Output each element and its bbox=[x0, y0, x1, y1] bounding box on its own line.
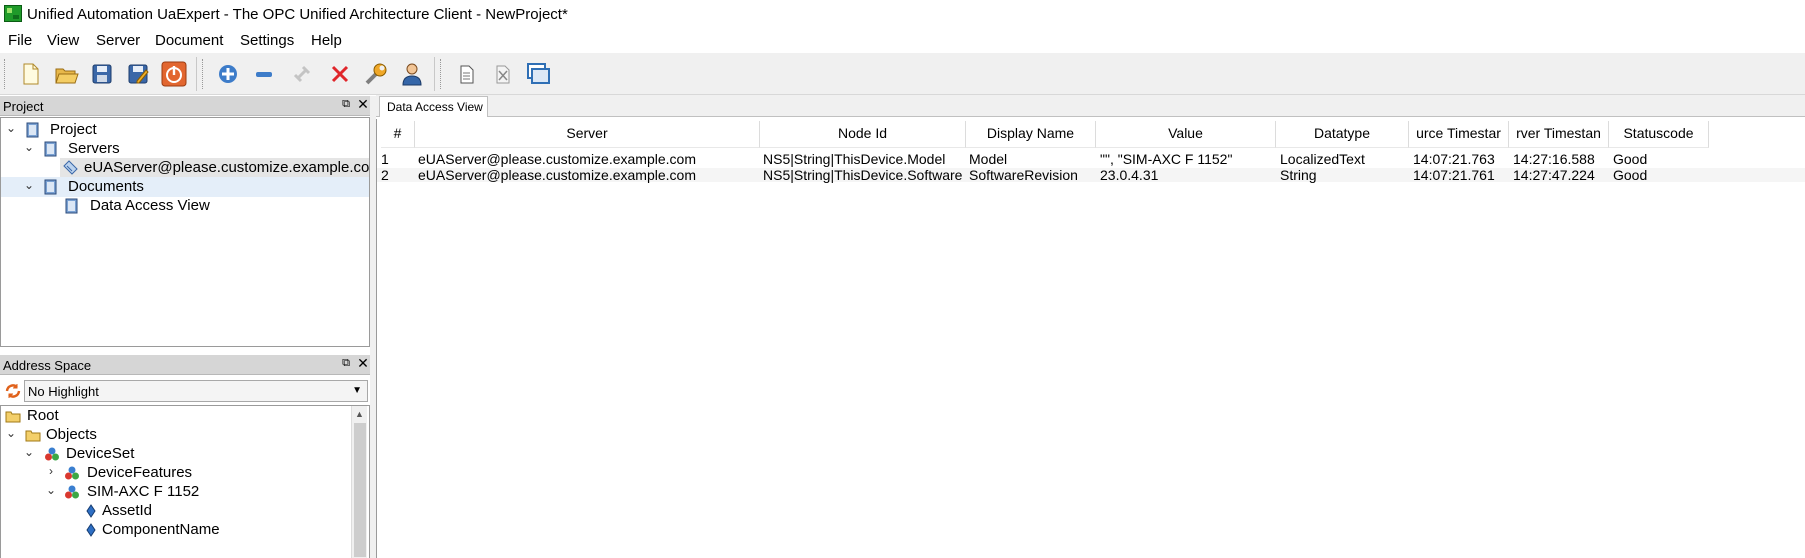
toolbar-separator bbox=[196, 57, 197, 91]
folder-servers-icon bbox=[44, 141, 57, 157]
chevron-down-icon[interactable]: ⌄ bbox=[4, 121, 18, 139]
tree-item-documents[interactable]: ⌄ Documents bbox=[1, 177, 369, 197]
disconnect-icon[interactable] bbox=[326, 60, 354, 88]
title-bar: Unified Automation UaExpert - The OPC Un… bbox=[0, 0, 1805, 28]
add-server-icon[interactable] bbox=[214, 60, 242, 88]
window-icon[interactable] bbox=[524, 60, 552, 88]
column-header-display-name[interactable]: Display Name bbox=[966, 121, 1096, 148]
save-as-icon[interactable] bbox=[124, 60, 152, 88]
toolbar-grip[interactable] bbox=[4, 59, 7, 89]
chevron-down-icon[interactable]: ⌄ bbox=[22, 140, 36, 158]
table-row[interactable]: 2 eUAServer@please.customize.example.com… bbox=[377, 167, 1805, 183]
tree-item-data-access-view[interactable]: Data Access View bbox=[1, 196, 369, 216]
column-header-server-timestamp[interactable]: rver Timestan bbox=[1509, 121, 1609, 148]
variable-node-icon bbox=[86, 504, 96, 518]
toolbar-grip[interactable] bbox=[202, 59, 205, 89]
table-row[interactable]: 1 eUAServer@please.customize.example.com… bbox=[377, 151, 1805, 167]
project-panel-title-text: Project bbox=[3, 99, 44, 114]
folder-icon bbox=[25, 430, 41, 442]
chevron-down-icon[interactable]: ⌄ bbox=[4, 426, 18, 444]
tree-item-project[interactable]: ⌄ Project bbox=[1, 120, 369, 140]
menu-server[interactable]: Server bbox=[96, 32, 140, 49]
document-icon[interactable] bbox=[452, 60, 480, 88]
settings-wrench-icon[interactable] bbox=[362, 60, 390, 88]
tree-item-assetid[interactable]: AssetId bbox=[1, 501, 369, 521]
chevron-down-icon[interactable]: ⌄ bbox=[22, 178, 36, 196]
column-header-datatype[interactable]: Datatype bbox=[1276, 121, 1409, 148]
tree-item-root[interactable]: Root bbox=[1, 406, 369, 426]
tree-item-servers[interactable]: ⌄ Servers bbox=[1, 139, 369, 159]
folder-icon bbox=[5, 411, 21, 423]
scrollbar-thumb[interactable] bbox=[354, 423, 366, 557]
column-header-value[interactable]: Value bbox=[1096, 121, 1276, 148]
tree-item-deviceset[interactable]: ⌄ DeviceSet bbox=[1, 444, 369, 464]
menu-help[interactable]: Help bbox=[311, 32, 342, 49]
tree-item-server-connection[interactable]: eUAServer@please.customize.example.com bbox=[60, 158, 369, 178]
object-node-icon bbox=[45, 447, 59, 461]
window-title: Unified Automation UaExpert - The OPC Un… bbox=[27, 6, 568, 23]
project-icon bbox=[26, 122, 39, 138]
close-panel-icon[interactable]: ✕ bbox=[356, 96, 370, 112]
highlight-select-value: No Highlight bbox=[28, 384, 99, 399]
toolbar-grip[interactable] bbox=[440, 59, 443, 89]
menu-view[interactable]: View bbox=[47, 32, 79, 49]
server-connection-icon bbox=[63, 160, 78, 175]
address-space-title: Address Space bbox=[3, 358, 92, 373]
object-node-icon bbox=[65, 485, 79, 499]
chevron-right-icon[interactable]: › bbox=[44, 464, 58, 482]
menu-bar: File View Server Document Settings Help bbox=[0, 28, 1805, 53]
document-tabbar: Data Access View bbox=[376, 95, 1805, 117]
toolbar-separator bbox=[434, 57, 435, 91]
uaexpert-app-icon bbox=[4, 5, 22, 22]
float-panel-icon[interactable]: ⧉ bbox=[339, 357, 353, 371]
column-header-index[interactable]: # bbox=[381, 121, 415, 148]
chevron-down-icon[interactable]: ⌄ bbox=[44, 483, 58, 501]
column-header-source-timestamp[interactable]: urce Timestar bbox=[1409, 121, 1509, 148]
close-panel-icon[interactable]: ✕ bbox=[356, 355, 370, 371]
power-off-icon[interactable] bbox=[160, 60, 188, 88]
document-view-icon bbox=[65, 198, 78, 214]
address-space-panel-header: Address Space bbox=[0, 355, 370, 375]
variable-node-icon bbox=[86, 523, 96, 537]
address-tree-scrollbar[interactable]: ▲ bbox=[351, 406, 367, 558]
chevron-down-icon[interactable]: ⌄ bbox=[22, 445, 36, 463]
chevron-down-icon: ▼ bbox=[352, 385, 362, 396]
scroll-up-icon[interactable]: ▲ bbox=[355, 409, 364, 419]
refresh-icon[interactable] bbox=[4, 382, 22, 400]
column-header-statuscode[interactable]: Statuscode bbox=[1609, 121, 1709, 148]
menu-settings[interactable]: Settings bbox=[240, 32, 294, 49]
menu-file[interactable]: File bbox=[8, 32, 32, 49]
project-panel-header-bar: Project bbox=[0, 96, 370, 116]
user-icon[interactable] bbox=[398, 60, 426, 88]
tree-item-componentname[interactable]: ComponentName bbox=[1, 520, 369, 540]
object-node-icon bbox=[65, 466, 79, 480]
documents-icon bbox=[44, 179, 57, 195]
tab-data-access-view[interactable]: Data Access View bbox=[379, 96, 488, 117]
highlight-select[interactable]: No Highlight ▼ bbox=[24, 380, 368, 402]
tree-item-sim-axc[interactable]: ⌄ SIM-AXC F 1152 bbox=[1, 482, 369, 502]
main-toolbar bbox=[0, 53, 1805, 95]
open-folder-icon[interactable] bbox=[52, 60, 80, 88]
column-header-node-id[interactable]: Node Id bbox=[760, 121, 966, 148]
project-tree[interactable]: ⌄ Project ⌄ Servers eUAServer@please.cus… bbox=[0, 117, 370, 347]
remove-server-icon[interactable] bbox=[250, 60, 278, 88]
tree-item-devicefeatures[interactable]: › DeviceFeatures bbox=[1, 463, 369, 483]
save-icon[interactable] bbox=[88, 60, 116, 88]
delete-document-icon[interactable] bbox=[488, 60, 516, 88]
new-document-icon[interactable] bbox=[16, 60, 44, 88]
connect-icon[interactable] bbox=[288, 60, 316, 88]
menu-document[interactable]: Document bbox=[155, 32, 223, 49]
address-space-tree[interactable]: Root ⌄ Objects ⌄ DeviceSet › DeviceFeatu… bbox=[0, 405, 370, 558]
data-access-grid[interactable]: # Server Node Id Display Name Value Data… bbox=[376, 119, 1805, 558]
float-panel-icon[interactable]: ⧉ bbox=[339, 98, 353, 112]
tree-item-objects[interactable]: ⌄ Objects bbox=[1, 425, 369, 445]
column-header-server[interactable]: Server bbox=[415, 121, 760, 148]
